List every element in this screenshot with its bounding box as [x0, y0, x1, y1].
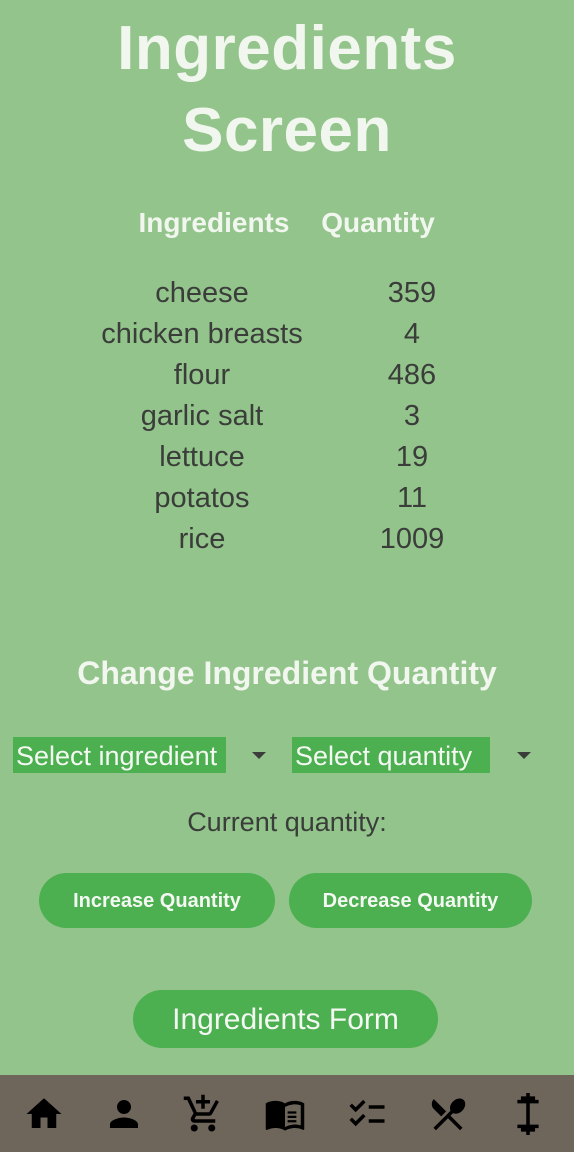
page-title: Ingredients Screen [0, 8, 574, 172]
nav-home[interactable] [22, 1093, 66, 1135]
table-row: lettuce 19 [0, 439, 574, 480]
nav-profile[interactable] [102, 1093, 146, 1135]
ingredient-name: garlic salt [140, 400, 264, 432]
table-row: chicken breasts 4 [0, 316, 574, 357]
ingredient-quantity: 11 [396, 482, 428, 514]
quantity-select-value: Select quantity [292, 737, 490, 773]
fitness-center-icon [517, 1093, 539, 1135]
bottom-navigation-bar [0, 1075, 574, 1152]
table-row: rice 1009 [0, 521, 574, 562]
restaurant-icon [431, 1098, 466, 1131]
ingredient-quantity: 486 [387, 359, 437, 391]
ingredient-name: lettuce [159, 441, 245, 473]
ingredient-name: potatos [154, 482, 250, 514]
ingredient-name: chicken breasts [101, 318, 303, 350]
dropdown-arrow-icon [517, 752, 531, 759]
ingredients-form-button[interactable]: Ingredients Form [133, 990, 438, 1048]
person-icon [110, 1100, 138, 1128]
column-header-ingredients: Ingredients [138, 207, 290, 238]
table-row: garlic salt 3 [0, 398, 574, 439]
ingredient-quantity: 1009 [379, 523, 445, 555]
nav-recipes[interactable] [263, 1093, 307, 1135]
ingredients-table: cheese 359 chicken breasts 4 flour 486 g… [0, 275, 574, 562]
ingredient-name: flour [173, 359, 231, 391]
ingredient-select-value: Select ingredient [13, 737, 226, 773]
nav-meals[interactable] [426, 1093, 470, 1135]
page-title-line-1: Ingredients [117, 14, 457, 83]
menu-book-icon [265, 1100, 305, 1131]
table-row: flour 486 [0, 357, 574, 398]
quantity-select[interactable]: Select quantity [292, 737, 534, 773]
ingredient-select[interactable]: Select ingredient [13, 737, 278, 773]
page-title-line-2: Screen [182, 96, 392, 165]
ingredient-name: cheese [155, 277, 249, 309]
column-header-quantity: Quantity [321, 207, 435, 238]
ingredient-quantity: 19 [395, 441, 429, 473]
increase-quantity-button[interactable]: Increase Quantity [39, 873, 275, 928]
add-shopping-cart-icon [183, 1094, 219, 1132]
dropdown-arrow-icon [252, 752, 266, 759]
ingredients-table-header: Ingredients Quantity [0, 207, 574, 243]
nav-shopping[interactable] [181, 1093, 225, 1135]
table-row: potatos 11 [0, 480, 574, 521]
checklist-icon [349, 1099, 385, 1127]
decrease-quantity-button[interactable]: Decrease Quantity [289, 873, 532, 928]
ingredient-quantity: 4 [403, 318, 421, 350]
ingredient-quantity: 3 [403, 400, 421, 432]
table-row: cheese 359 [0, 275, 574, 316]
ingredient-quantity: 359 [387, 277, 437, 309]
home-icon [26, 1098, 62, 1128]
nav-fitness[interactable] [506, 1093, 550, 1135]
nav-checklist[interactable] [345, 1093, 389, 1135]
change-quantity-heading: Change Ingredient Quantity [77, 655, 497, 691]
ingredient-name: rice [178, 523, 226, 555]
current-quantity-label: Current quantity: [187, 807, 387, 837]
